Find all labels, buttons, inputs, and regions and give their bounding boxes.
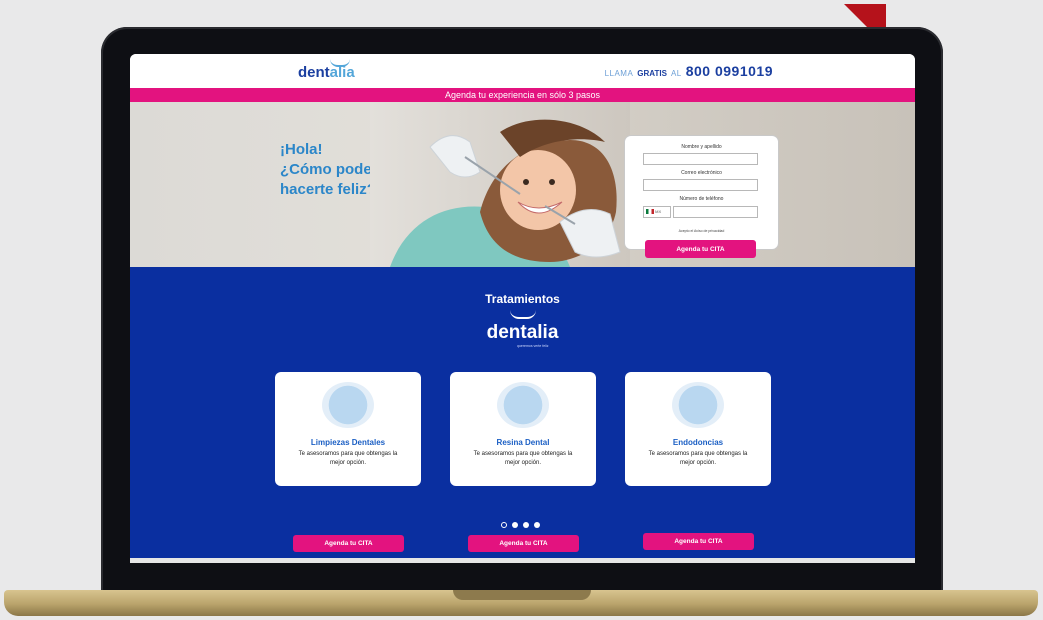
promo-banner: Agenda tu experiencia en sólo 3 pasos — [130, 88, 915, 102]
card-description: Te asesoramos para que obtengas la mejor… — [648, 451, 748, 466]
hero-photo — [370, 102, 630, 267]
carousel-dot[interactable] — [512, 522, 518, 528]
card-title: Endodoncias — [672, 438, 724, 447]
privacy-notice[interactable]: Acepto el Aviso de privacidad — [625, 229, 778, 233]
site-logo[interactable]: dentalia — [298, 64, 355, 81]
appointment-form: Nombre y apellido Correo electrónico Núm… — [624, 135, 779, 250]
logo-main: dent — [298, 64, 330, 81]
treatments-title: Tratamientos — [485, 292, 560, 306]
logo-smile-icon — [510, 310, 536, 319]
name-input[interactable] — [643, 153, 758, 165]
laptop-notch — [453, 590, 591, 600]
call-bold: GRATIS — [637, 69, 667, 78]
screen-bottom-edge — [130, 558, 915, 563]
website-screen: dentalia LLAMA GRATIS AL 800 0991019 Age… — [130, 54, 915, 563]
treatments-section: Tratamientos dentalia queremos verte fel… — [130, 267, 915, 563]
hero-submit-button[interactable]: Agenda tu CITA — [645, 240, 756, 258]
card-description: Te asesoramos para que obtengas la mejor… — [473, 451, 573, 466]
card-cta-button[interactable]: Agenda tu CITA — [293, 535, 404, 552]
name-label: Nombre y apellido — [681, 144, 722, 150]
card-description: Te asesoramos para que obtengas la mejor… — [298, 451, 398, 466]
carousel-dot-active[interactable] — [501, 522, 507, 528]
phone-number[interactable]: 800 0991019 — [686, 63, 773, 79]
phone-label: Número de teléfono — [679, 196, 724, 202]
card-cta-button[interactable]: Agenda tu CITA — [643, 533, 754, 550]
treatment-card: Resina Dental Te asesoramos para que obt… — [450, 372, 596, 486]
country-select[interactable]: MX — [643, 206, 671, 218]
hero-section: ¡Hola! ¿Cómo podemos hacerte feliz? Nomb… — [130, 102, 915, 267]
tooth-illustration-icon — [322, 382, 374, 428]
card-title: Limpiezas Dentales — [310, 438, 386, 447]
call-al: AL — [670, 69, 682, 78]
treatments-tagline: queremos verte feliz — [517, 344, 549, 348]
mexico-flag-icon — [646, 209, 654, 215]
site-header: dentalia LLAMA GRATIS AL 800 0991019 — [130, 54, 915, 88]
call-pre: LLAMA — [604, 69, 634, 78]
smiling-girl-illustration — [370, 102, 630, 267]
carousel-dots — [501, 522, 540, 528]
card-cta-button[interactable]: Agenda tu CITA — [468, 535, 579, 552]
carousel-dot[interactable] — [523, 522, 529, 528]
country-code: MX — [655, 209, 662, 214]
treatments-logo: dentalia — [486, 322, 559, 343]
treatment-card: Limpiezas Dentales Te asesoramos para qu… — [275, 372, 421, 486]
tooth-illustration-icon — [672, 382, 724, 428]
card-title: Resina Dental — [496, 438, 550, 447]
email-label: Correo electrónico — [681, 170, 722, 176]
call-info: LLAMA GRATIS AL 800 0991019 — [605, 63, 773, 79]
email-input[interactable] — [643, 179, 758, 191]
phone-input[interactable] — [673, 206, 758, 218]
logo-accent: alia — [329, 64, 355, 81]
treatment-card: Endodoncias Te asesoramos para que obten… — [625, 372, 771, 486]
tooth-illustration-icon — [497, 382, 549, 428]
carousel-dot[interactable] — [534, 522, 540, 528]
